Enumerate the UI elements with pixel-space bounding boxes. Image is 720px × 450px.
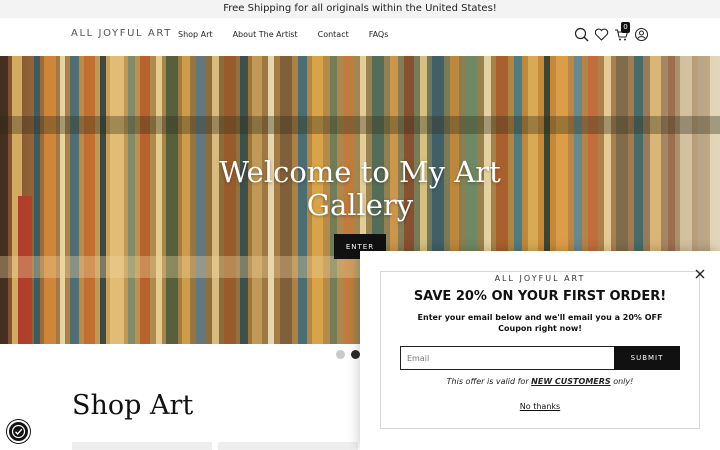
offer-emphasis: NEW CUSTOMERS xyxy=(531,377,611,386)
close-icon[interactable] xyxy=(694,265,706,279)
email-field[interactable] xyxy=(400,346,615,370)
main-nav: Shop Art About The Artist Contact FAQs xyxy=(178,30,408,39)
site-header: ALL JOYFUL ART Shop Art About The Artist… xyxy=(0,18,720,56)
account-icon[interactable] xyxy=(634,27,649,42)
popup-brand-label: ALL JOYFUL ART xyxy=(486,274,594,283)
nav-shop-art[interactable]: Shop Art xyxy=(178,30,213,39)
header-icons: 0 xyxy=(574,21,654,42)
offer-note: This offer is valid for NEW CUSTOMERS on… xyxy=(360,377,720,386)
submit-button[interactable]: SUBMIT xyxy=(614,346,680,370)
popup-brand: ALL JOYFUL ART xyxy=(381,266,699,285)
nav-faqs[interactable]: FAQs xyxy=(369,30,389,39)
offer-prefix: This offer is valid for xyxy=(446,377,532,386)
announcement-bar: Free Shipping for all originals within t… xyxy=(0,0,720,18)
nav-about-artist[interactable]: About The Artist xyxy=(233,30,298,39)
announcement-text: Free Shipping for all originals within t… xyxy=(223,3,497,14)
search-icon[interactable] xyxy=(574,27,589,42)
site-logo[interactable]: ALL JOYFUL ART xyxy=(71,28,172,39)
popup-heading: SAVE 20% ON YOUR FIRST ORDER! xyxy=(413,289,667,304)
accessibility-icon xyxy=(11,424,26,439)
heart-icon[interactable] xyxy=(594,27,609,42)
accessibility-button[interactable] xyxy=(7,420,30,443)
slider-dot-2[interactable] xyxy=(351,350,360,359)
product-card[interactable] xyxy=(72,442,212,450)
section-title: Shop Art xyxy=(72,390,194,421)
hero-title: Welcome to My Art Gallery xyxy=(219,155,501,222)
cart-icon[interactable]: 0 xyxy=(614,21,630,42)
cart-count-badge: 0 xyxy=(621,21,630,33)
product-card[interactable] xyxy=(218,442,358,450)
popup-subtext: Enter your email below and we'll email y… xyxy=(417,313,663,333)
offer-suffix: only! xyxy=(610,377,634,386)
page: Free Shipping for all originals within t… xyxy=(0,0,720,450)
nav-contact[interactable]: Contact xyxy=(318,30,349,39)
no-thanks-link[interactable]: No thanks xyxy=(360,402,720,411)
slider-dot-1[interactable] xyxy=(336,350,345,359)
email-signup-popup: ALL JOYFUL ART SAVE 20% ON YOUR FIRST OR… xyxy=(360,251,720,450)
